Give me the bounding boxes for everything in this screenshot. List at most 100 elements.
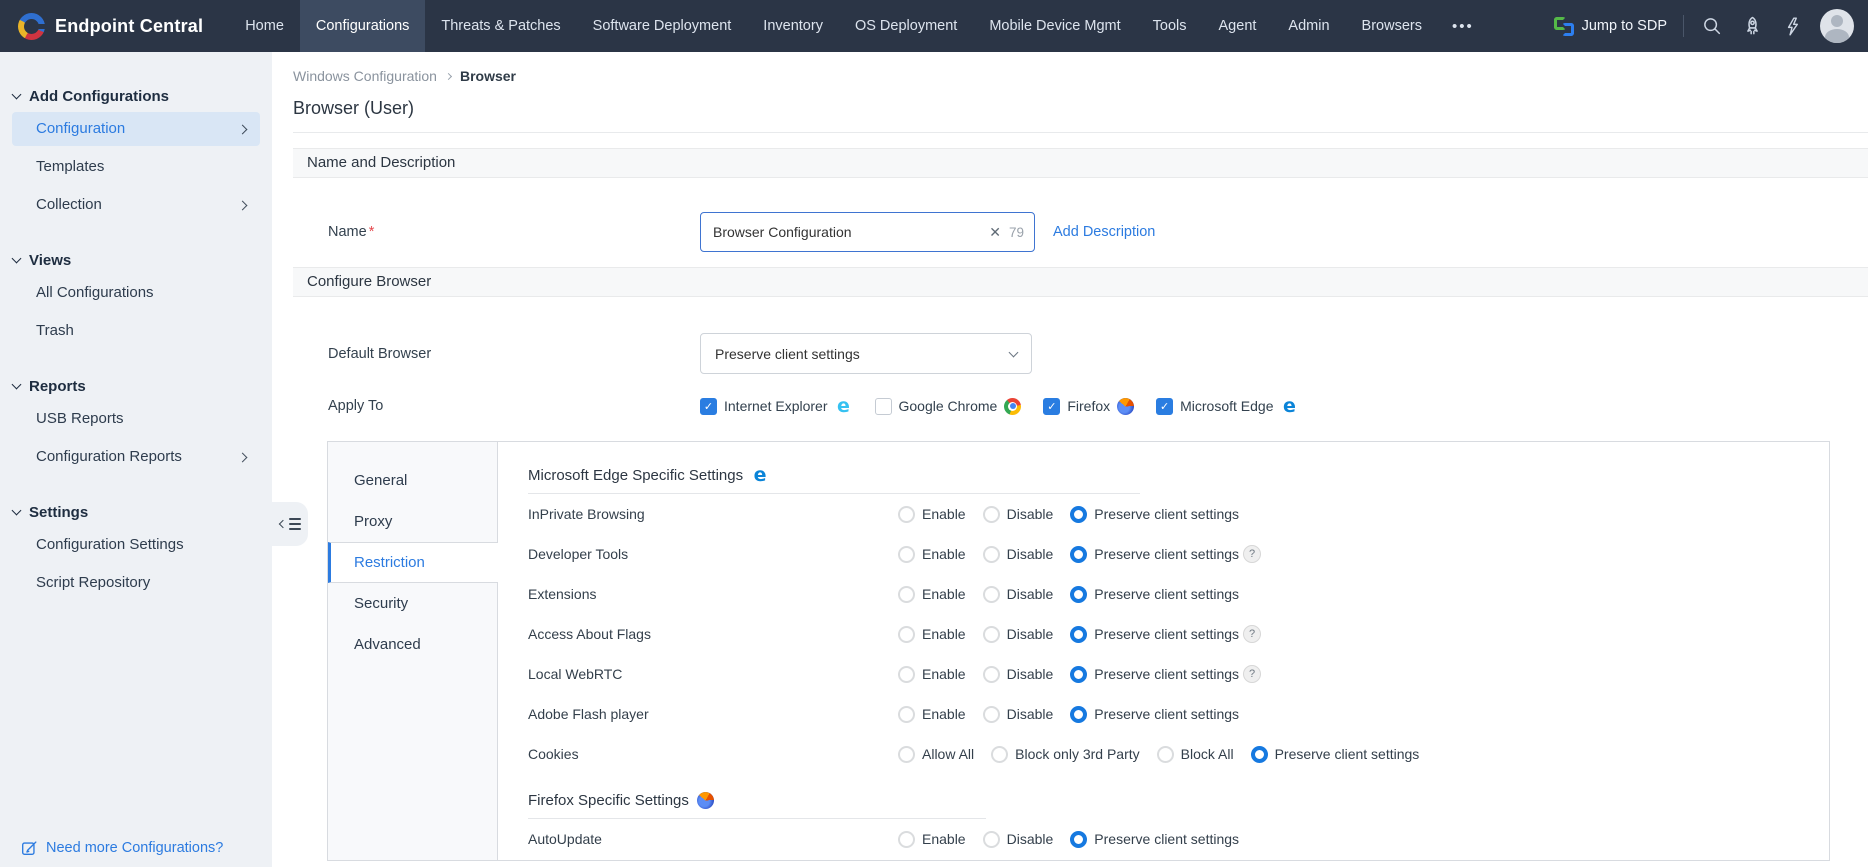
sidebar-section-header-settings[interactable]: Settings — [0, 500, 272, 524]
tab-security[interactable]: Security — [328, 583, 498, 624]
radio-option-label: Preserve client settings — [1094, 666, 1240, 682]
radio-preserve-client-settings[interactable]: Preserve client settings — [1070, 665, 1240, 683]
radio-option-label: Disable — [1006, 666, 1054, 682]
checkbox-checked-icon: ✓ — [700, 397, 717, 415]
setting-label: Cookies — [528, 746, 579, 762]
radio-disable[interactable]: Disable — [982, 665, 1054, 683]
nav-item-software-deployment[interactable]: Software Deployment — [577, 0, 748, 52]
radio-disable[interactable]: Disable — [982, 830, 1053, 848]
nav-more-button[interactable]: ••• — [1438, 0, 1488, 52]
radio-preserve-client-settings[interactable]: Preserve client settings — [1070, 625, 1239, 643]
sidebar-item-collection[interactable]: Collection — [12, 188, 260, 222]
brand[interactable]: Endpoint Central — [0, 0, 229, 52]
nav-item-threats-patches[interactable]: Threats & Patches — [425, 0, 576, 52]
radio-allow-all[interactable]: Allow All — [898, 745, 974, 763]
tab-proxy[interactable]: Proxy — [328, 501, 498, 542]
radio-unselected-icon — [898, 625, 915, 643]
radio-preserve-client-settings[interactable]: Preserve client settings — [1070, 545, 1240, 563]
checkbox-google-chrome[interactable]: Google Chrome — [874, 397, 1022, 415]
radio-enable[interactable]: Enable — [898, 585, 966, 603]
radio-enable[interactable]: Enable — [898, 625, 966, 643]
radio-preserve-client-settings[interactable]: Preserve client settings — [1070, 585, 1239, 603]
sidebar-item-all-configurations[interactable]: All Configurations — [12, 276, 260, 310]
tab-general[interactable]: General — [328, 460, 498, 501]
sidebar-collapse-button[interactable] — [272, 502, 308, 546]
nav-item-os-deployment[interactable]: OS Deployment — [839, 0, 973, 52]
sidebar-section-settings: Settings Configuration Settings Script Rep… — [0, 500, 272, 600]
help-icon[interactable]: ? — [1243, 625, 1262, 643]
radio-enable[interactable]: Enable — [898, 505, 966, 523]
radio-disable[interactable]: Disable — [982, 545, 1053, 563]
bolt-icon[interactable] — [1780, 14, 1804, 38]
nav-item-browsers[interactable]: Browsers — [1346, 0, 1438, 52]
chevron-down-icon — [11, 253, 22, 264]
sidebar-item-usb-reports[interactable]: USB Reports — [12, 402, 260, 436]
radio-unselected-icon — [1156, 745, 1174, 763]
chrome-icon — [1004, 397, 1022, 415]
radio-option-label: Preserve client settings — [1094, 706, 1240, 722]
radio-option-label: Preserve client settings — [1094, 546, 1240, 562]
sidebar-item-script-repository[interactable]: Script Repository — [12, 566, 260, 600]
sidebar-item-templates[interactable]: Templates — [12, 150, 260, 184]
radio-preserve-client-settings[interactable]: Preserve client settings — [1070, 830, 1240, 848]
checkbox-firefox[interactable]: ✓ Firefox — [1043, 397, 1135, 415]
clear-input-icon[interactable]: ✕ — [981, 224, 1009, 241]
settings-group-firefox-specific-settings: Firefox Specific Settings AutoUpdate Enabl… — [528, 792, 1829, 859]
radio-selected-icon — [1070, 705, 1088, 723]
avatar[interactable] — [1820, 9, 1854, 43]
radio-disable[interactable]: Disable — [982, 585, 1053, 603]
checkbox-internet-explorer[interactable]: ✓ Internet Explorer e — [700, 397, 853, 416]
sidebar-item-trash[interactable]: Trash — [12, 314, 260, 348]
top-nav: Endpoint Central Home Configurations Threa… — [0, 0, 1868, 52]
radio-option-label: Preserve client settings — [1094, 831, 1240, 847]
default-browser-select[interactable]: Preserve client settings — [700, 333, 1032, 374]
rocket-icon[interactable] — [1740, 14, 1764, 38]
nav-item-agent[interactable]: Agent — [1203, 0, 1273, 52]
nav-item-configurations[interactable]: Configurations — [299, 0, 426, 52]
sidebar-item-configuration-reports[interactable]: Configuration Reports — [12, 440, 260, 474]
help-icon[interactable]: ? — [1243, 665, 1262, 683]
chevron-right-icon — [237, 124, 248, 134]
radio-enable[interactable]: Enable — [898, 830, 966, 848]
radio-option-label: Enable — [922, 506, 966, 522]
jump-to-sdp-button[interactable]: Jump to SDP — [1553, 16, 1667, 36]
radio-block-only-3rd-party[interactable]: Block only 3rd Party — [991, 745, 1140, 763]
default-browser-label: Default Browser — [328, 345, 432, 362]
nav-item-mobile-device-mgmt[interactable]: Mobile Device Mgmt — [973, 0, 1136, 52]
sidebar-item-configuration[interactable]: Configuration — [12, 112, 260, 146]
search-icon[interactable] — [1700, 14, 1724, 38]
radio-disable[interactable]: Disable — [982, 625, 1053, 643]
help-icon[interactable]: ? — [1243, 545, 1262, 563]
settings-panel: General Proxy Restriction Security Advanced … — [327, 441, 1830, 861]
sidebar-section-header-views[interactable]: Views — [0, 248, 272, 272]
radio-enable[interactable]: Enable — [898, 665, 966, 683]
sidebar-section-header-reports[interactable]: Reports — [0, 374, 272, 398]
radio-enable[interactable]: Enable — [898, 545, 966, 563]
nav-item-inventory[interactable]: Inventory — [747, 0, 839, 52]
apply-to-group: ✓ Internet Explorer e Google Chrome ✓ Firefox… — [700, 397, 1299, 416]
radio-enable[interactable]: Enable — [898, 705, 966, 723]
name-input[interactable] — [713, 224, 982, 240]
group-heading-firefox-specific-settings: Firefox Specific Settings — [528, 792, 986, 819]
setting-label: Access About Flags — [528, 626, 651, 642]
nav-item-home[interactable]: Home — [229, 0, 300, 52]
sidebar-item-configuration-settings[interactable]: Configuration Settings — [12, 528, 260, 562]
tab-restriction[interactable]: Restriction — [328, 542, 498, 583]
chevron-down-icon — [11, 89, 22, 100]
breadcrumb-parent[interactable]: Windows Configuration — [293, 68, 437, 84]
radio-disable[interactable]: Disable — [982, 705, 1053, 723]
radio-disable[interactable]: Disable — [982, 505, 1053, 523]
radio-preserve-client-settings[interactable]: Preserve client settings — [1250, 745, 1419, 763]
nav-item-admin[interactable]: Admin — [1272, 0, 1345, 52]
radio-preserve-client-settings[interactable]: Preserve client settings — [1070, 705, 1240, 723]
add-description-link[interactable]: Add Description — [1053, 224, 1155, 240]
tab-advanced[interactable]: Advanced — [328, 624, 498, 665]
radio-block-all[interactable]: Block All — [1156, 745, 1234, 763]
checkbox-microsoft-edge[interactable]: ✓ Microsoft Edge e — [1156, 397, 1298, 416]
need-more-configurations-link[interactable]: Need more Configurations? — [0, 839, 272, 857]
radio-unselected-icon — [991, 745, 1009, 763]
nav-item-tools[interactable]: Tools — [1137, 0, 1203, 52]
default-browser-row: Default Browser Preserve client settings — [328, 333, 1868, 374]
sidebar-section-header-add-configurations[interactable]: Add Configurations — [0, 84, 272, 108]
radio-preserve-client-settings[interactable]: Preserve client settings — [1070, 505, 1239, 523]
